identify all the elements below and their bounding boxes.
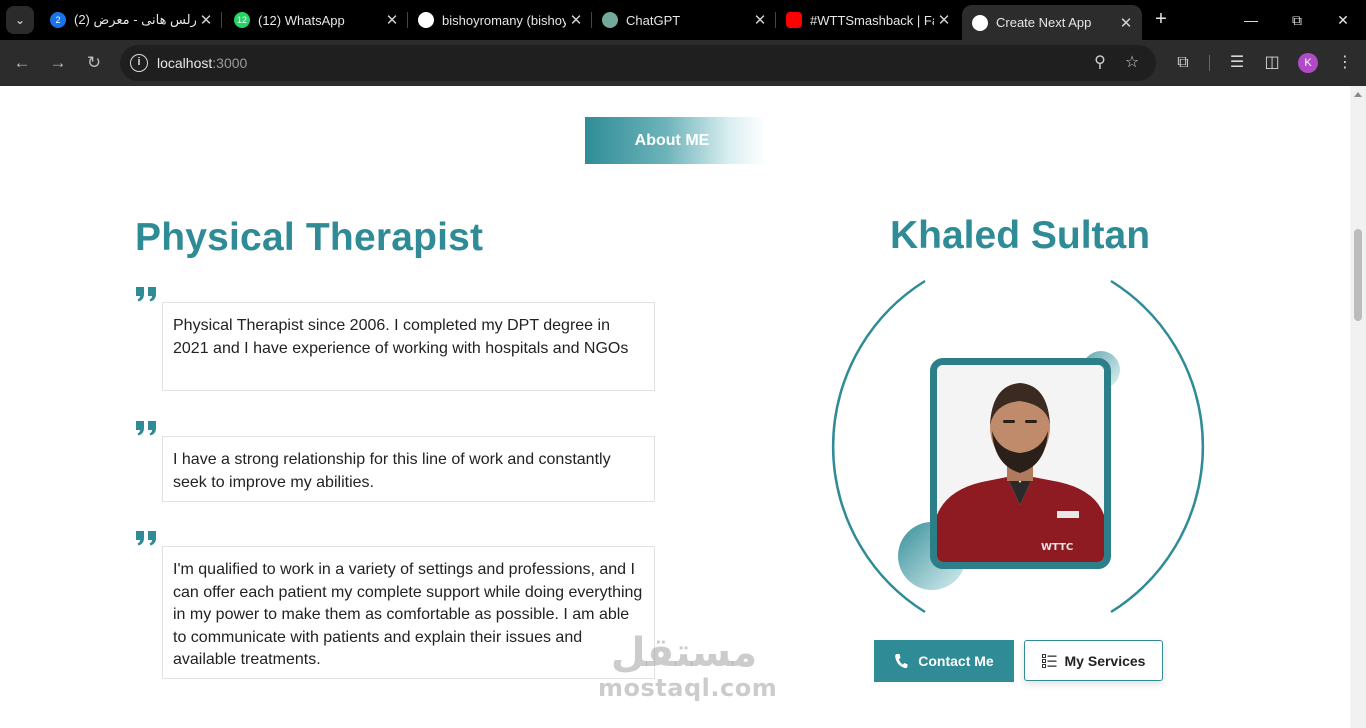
tab-title: (12) WhatsApp — [258, 12, 345, 28]
contact-me-button[interactable]: Contact Me — [874, 640, 1014, 682]
tab-search-button[interactable]: ⌄ — [6, 6, 34, 34]
tab-title: #WTTSmashback | Fa — [810, 12, 934, 28]
close-icon[interactable]: ✕ — [196, 11, 216, 29]
whatsapp-icon: 12 — [234, 12, 250, 28]
forward-button[interactable]: → — [45, 50, 71, 76]
shirt-logo-text: WTTC — [1041, 542, 1073, 553]
address-text[interactable]: localhost:3000 — [157, 55, 247, 71]
tab-title: bishoyromany (bishoy — [442, 12, 566, 28]
my-services-button[interactable]: My Services — [1024, 640, 1163, 681]
browser-tab[interactable]: 12 (12) WhatsApp ✕ — [224, 0, 408, 40]
close-icon[interactable]: ✕ — [1116, 14, 1136, 32]
menu-kebab-icon[interactable]: ⋮ — [1334, 52, 1356, 74]
scroll-up-arrow-icon[interactable] — [1354, 92, 1362, 97]
close-icon[interactable]: ✕ — [566, 11, 586, 29]
extensions-icon[interactable]: ⧉ — [1172, 52, 1194, 74]
back-button[interactable]: ← — [9, 50, 35, 76]
restore-button[interactable]: ⧉ — [1274, 0, 1320, 40]
nextjs-icon — [972, 14, 988, 31]
about-me-button[interactable]: About ME — [585, 117, 765, 164]
profile-photo: WTTC — [930, 358, 1111, 569]
bookmark-star-icon[interactable]: ☆ — [1122, 53, 1142, 73]
notification-favicon-icon: 2 — [50, 12, 66, 28]
bio-paragraph: I have a strong relationship for this li… — [162, 436, 655, 502]
section-heading: Physical Therapist — [135, 216, 484, 259]
tab-title: Create Next App — [996, 15, 1092, 30]
phone-icon — [895, 654, 908, 669]
watermark-latin: mostaql.com — [598, 674, 778, 702]
portrait-section: WTTC — [820, 278, 1216, 615]
mostaql-watermark: مستقل mostaql.com — [598, 630, 778, 702]
quote-icon — [136, 531, 156, 546]
new-tab-button[interactable]: + — [1150, 8, 1172, 30]
contact-me-label: Contact Me — [918, 653, 994, 669]
address-bar[interactable]: i localhost:3000 ⚲ ☆ — [120, 45, 1156, 81]
watermark-arabic: مستقل — [610, 630, 758, 676]
zoom-icon[interactable]: ⚲ — [1090, 53, 1110, 73]
therapist-name: Khaled Sultan — [890, 214, 1151, 257]
close-icon[interactable]: ✕ — [934, 11, 954, 29]
browser-tab[interactable]: #WTTSmashback | Fa ✕ — [776, 0, 960, 40]
close-icon[interactable]: ✕ — [750, 11, 770, 29]
reload-button[interactable]: ↻ — [81, 50, 107, 76]
tab-title: ChatGPT — [626, 12, 681, 28]
tab-title: (2) كيرلس هانى - معرض — [74, 12, 196, 27]
media-controls-icon[interactable]: ☰ — [1226, 52, 1248, 74]
quote-icon — [136, 421, 156, 436]
list-icon — [1041, 653, 1057, 668]
browser-tab-active[interactable]: Create Next App ✕ — [962, 5, 1142, 40]
browser-tab-bar: ⌄ 2 (2) كيرلس هانى - معرض ✕ 12 (12) What… — [0, 0, 1366, 40]
minimize-button[interactable]: — — [1228, 0, 1274, 40]
youtube-icon — [786, 12, 802, 28]
scroll-thumb[interactable] — [1354, 229, 1362, 321]
bio-paragraph: I'm qualified to work in a variety of se… — [162, 546, 655, 679]
site-info-icon[interactable]: i — [130, 54, 148, 72]
chatgpt-icon — [602, 12, 618, 28]
side-panel-icon[interactable]: ◫ — [1261, 52, 1283, 74]
browser-tab[interactable]: ChatGPT ✕ — [592, 0, 776, 40]
github-icon — [418, 12, 434, 28]
bio-paragraph: Physical Therapist since 2006. I complet… — [162, 302, 655, 391]
window-close-button[interactable]: ✕ — [1320, 0, 1366, 40]
browser-tab[interactable]: bishoyromany (bishoy ✕ — [408, 0, 592, 40]
quote-icon — [136, 287, 156, 302]
close-icon[interactable]: ✕ — [382, 11, 402, 29]
chevron-down-icon: ⌄ — [14, 13, 26, 27]
browser-toolbar: ← → ↻ i localhost:3000 ⚲ ☆ ⧉ ☰ ◫ K ⋮ — [0, 40, 1366, 86]
browser-tab[interactable]: 2 (2) كيرلس هانى - معرض ✕ — [40, 0, 222, 40]
profile-avatar[interactable]: K — [1298, 53, 1318, 73]
page-viewport: About ME Physical Therapist Khaled Sulta… — [0, 86, 1350, 728]
my-services-label: My Services — [1064, 652, 1146, 669]
page-scrollbar[interactable] — [1350, 86, 1366, 728]
